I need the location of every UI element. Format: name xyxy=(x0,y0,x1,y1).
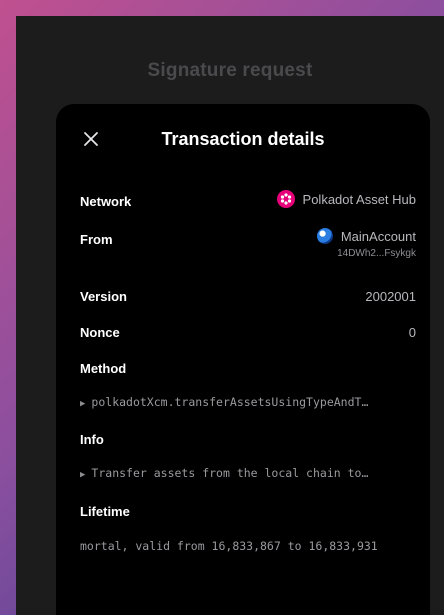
info-expander[interactable]: ▶ Transfer assets from the local chain to… xyxy=(80,466,416,480)
info-label: Info xyxy=(80,432,104,447)
expand-triangle-icon: ▶ xyxy=(80,399,86,409)
version-value: 2002001 xyxy=(365,289,416,304)
method-expander[interactable]: ▶ polkadotXcm.transferAssetsUsingTypeAndT… xyxy=(80,395,416,409)
version-label: Version xyxy=(80,289,127,304)
method-label: Method xyxy=(80,361,127,376)
account-name: MainAccount xyxy=(340,228,416,244)
nonce-value: 0 xyxy=(408,325,416,340)
polkadot-logo-icon xyxy=(276,190,295,208)
background-title: Signature request xyxy=(147,60,313,81)
method-value: polkadotXcm.transferAssetsUsingTypeAndT… xyxy=(91,395,369,409)
expand-triangle-icon: ▶ xyxy=(80,470,86,480)
nonce-label: Nonce xyxy=(80,325,120,340)
info-value: Transfer assets from the local chain to… xyxy=(91,466,369,480)
app-frame: Signature request Transaction details Ne… xyxy=(16,16,444,615)
account-address: 14DWh2...Fsykgk xyxy=(337,248,416,259)
lifetime-value: mortal, valid from 16,833,867 to 16,833,… xyxy=(80,539,378,553)
sheet-title: Transaction details xyxy=(161,129,325,149)
account-avatar-icon xyxy=(316,228,333,244)
transaction-details-sheet: Transaction details Network Polkadot Ass… xyxy=(56,104,430,615)
network-label: Network xyxy=(80,194,132,209)
sheet-header: Transaction details xyxy=(56,104,430,174)
from-label: From xyxy=(80,232,113,247)
lifetime-label: Lifetime xyxy=(80,504,130,519)
from-value: MainAccount 14DWh2...Fsykgk xyxy=(316,228,416,259)
network-value: Polkadot Asset Hub xyxy=(276,190,416,208)
network-name: Polkadot Asset Hub xyxy=(302,191,416,207)
